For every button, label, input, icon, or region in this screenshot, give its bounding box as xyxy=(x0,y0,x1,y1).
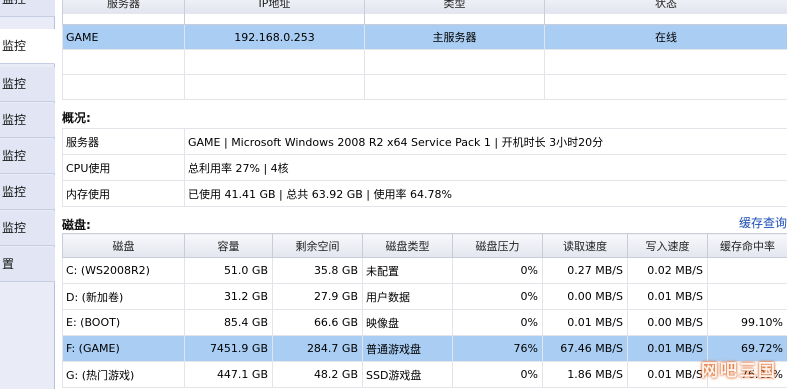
sidebar-item-label: 监控 xyxy=(2,149,27,163)
column-header-server[interactable]: 服务器 xyxy=(62,0,185,15)
overview-value: 已使用 41.41 GB | 总共 63.92 GB | 使用率 64.78% xyxy=(184,180,787,207)
column-header-write-speed[interactable]: 写入速度 xyxy=(627,233,708,258)
sidebar-item-label: 监控 xyxy=(2,77,27,91)
disk-write: 0.01 MB/S xyxy=(627,335,708,362)
disk-pressure: 0% xyxy=(452,309,543,336)
sidebar-item-label: 监控 xyxy=(2,39,27,53)
disk-free: 284.7 GB xyxy=(272,335,363,362)
disk-row[interactable]: F: (GAME) 7451.9 GB 284.7 GB 普通游戏盘 76% 6… xyxy=(62,335,787,362)
disk-pressure: 0% xyxy=(452,361,543,388)
server-row[interactable]: GAME 192.168.0.253 主服务器 在线 xyxy=(62,24,787,50)
disk-capacity: 31.2 GB xyxy=(184,283,273,310)
disk-capacity: 51.0 GB xyxy=(184,257,273,284)
server-status: 在线 xyxy=(544,24,787,50)
sidebar-item-1[interactable]: 监控 xyxy=(0,0,55,17)
server-name: GAME xyxy=(62,24,185,50)
overview-table: 服务器 GAME | Microsoft Windows 2008 R2 x64… xyxy=(62,128,787,207)
sidebar-item-label: 监控 xyxy=(2,185,27,199)
disk-read: 0.01 MB/S xyxy=(542,309,628,336)
disk-name: C: (WS2008R2) xyxy=(62,257,185,284)
disk-pressure: 0% xyxy=(452,283,543,310)
disk-free: 48.2 GB xyxy=(272,361,363,388)
cache-query-link[interactable]: 缓存查询 xyxy=(739,214,787,231)
sidebar-item-label: 监控 xyxy=(2,113,27,127)
overview-label: 服务器 xyxy=(62,128,185,155)
disk-write: 0.02 MB/S xyxy=(627,257,708,284)
disk-type: 映像盘 xyxy=(362,309,453,336)
disk-type: 未配置 xyxy=(362,257,453,284)
overview-row-server: 服务器 GAME | Microsoft Windows 2008 R2 x64… xyxy=(62,128,787,155)
column-header-disk-type[interactable]: 磁盘类型 xyxy=(362,233,453,258)
disk-capacity: 85.4 GB xyxy=(184,309,273,336)
disk-cache-hit: 69.72% xyxy=(707,335,787,362)
disk-write: 0.01 MB/S xyxy=(627,283,708,310)
disk-name: F: (GAME) xyxy=(62,335,185,362)
sidebar-item-label: 监控 xyxy=(2,0,26,6)
sidebar-item-label: 置 xyxy=(2,257,15,271)
empty-row xyxy=(62,49,787,75)
column-header-type[interactable]: 类型 xyxy=(364,0,545,15)
sidebar-item-2[interactable]: 监控 xyxy=(0,29,55,64)
sidebar-item-label: 监控 xyxy=(2,221,27,235)
column-header-cache-hit[interactable]: 缓存命中率 xyxy=(707,233,787,258)
column-header-free-space[interactable]: 剩余空间 xyxy=(272,233,363,258)
disk-cache-hit: 76.29% xyxy=(707,361,787,388)
disk-name: E: (BOOT) xyxy=(62,309,185,336)
overview-title: 概况: xyxy=(62,111,91,125)
disk-type: SSD游戏盘 xyxy=(362,361,453,388)
overview-value: 总利用率 27% | 4核 xyxy=(184,154,787,181)
disk-name: G: (热门游戏) xyxy=(62,361,185,388)
disk-cache-hit: 99.10% xyxy=(707,309,787,336)
column-header-status[interactable]: 状态 xyxy=(544,0,787,15)
disk-capacity: 7451.9 GB xyxy=(184,335,273,362)
sidebar-item-6[interactable]: 监控 xyxy=(0,175,55,210)
disk-free: 66.6 GB xyxy=(272,309,363,336)
disk-row[interactable]: D: (新加卷) 31.2 GB 27.9 GB 用户数据 0% 0.00 MB… xyxy=(62,283,787,310)
sidebar-item-5[interactable]: 监控 xyxy=(0,139,55,174)
column-header-ip[interactable]: IP地址 xyxy=(184,0,365,15)
disk-pressure: 0% xyxy=(452,257,543,284)
disk-free: 35.8 GB xyxy=(272,257,363,284)
disk-row[interactable]: E: (BOOT) 85.4 GB 66.6 GB 映像盘 0% 0.01 MB… xyxy=(62,309,787,336)
server-ip: 192.168.0.253 xyxy=(184,24,365,50)
disk-read: 1.86 MB/S xyxy=(542,361,628,388)
sidebar-item-7[interactable]: 监控 xyxy=(0,211,55,246)
disk-read: 67.46 MB/S xyxy=(542,335,628,362)
overview-row-cpu: CPU使用 总利用率 27% | 4核 xyxy=(62,154,787,181)
overview-value: GAME | Microsoft Windows 2008 R2 x64 Ser… xyxy=(184,128,787,155)
disk-write: 0.00 MB/S xyxy=(627,309,708,336)
empty-row xyxy=(62,74,787,100)
disk-read: 0.27 MB/S xyxy=(542,257,628,284)
column-header-read-speed[interactable]: 读取速度 xyxy=(542,233,628,258)
disk-read: 0.00 MB/S xyxy=(542,283,628,310)
main-panel: 服务器 IP地址 类型 状态 GAME 192.168.0.253 主服务器 在… xyxy=(56,0,787,389)
overview-label: CPU使用 xyxy=(62,154,185,181)
server-table: 服务器 IP地址 类型 状态 GAME 192.168.0.253 主服务器 在… xyxy=(62,0,787,100)
disk-type: 用户数据 xyxy=(362,283,453,310)
disk-name: D: (新加卷) xyxy=(62,283,185,310)
disk-write: 0.01 MB/S xyxy=(627,361,708,388)
disk-type: 普通游戏盘 xyxy=(362,335,453,362)
column-header-pressure[interactable]: 磁盘压力 xyxy=(452,233,543,258)
disk-table: 磁盘 容量 剩余空间 磁盘类型 磁盘压力 读取速度 写入速度 缓存命中率 C: … xyxy=(62,233,787,388)
sidebar-item-3[interactable]: 监控 xyxy=(0,67,55,102)
disks-title: 磁盘: xyxy=(62,218,91,232)
disk-capacity: 447.1 GB xyxy=(184,361,273,388)
disk-pressure: 76% xyxy=(452,335,543,362)
sidebar-item-4[interactable]: 监控 xyxy=(0,103,55,138)
server-table-header: 服务器 IP地址 类型 状态 xyxy=(62,0,787,15)
disk-row[interactable]: G: (热门游戏) 447.1 GB 48.2 GB SSD游戏盘 0% 1.8… xyxy=(62,361,787,388)
disk-cache-hit xyxy=(707,283,787,310)
server-type: 主服务器 xyxy=(364,24,545,50)
disk-table-header: 磁盘 容量 剩余空间 磁盘类型 磁盘压力 读取速度 写入速度 缓存命中率 xyxy=(62,233,787,258)
sidebar-item-8[interactable]: 置 xyxy=(0,247,55,282)
disk-cache-hit xyxy=(707,257,787,284)
column-header-disk[interactable]: 磁盘 xyxy=(62,233,185,258)
column-header-capacity[interactable]: 容量 xyxy=(184,233,273,258)
disk-row[interactable]: C: (WS2008R2) 51.0 GB 35.8 GB 未配置 0% 0.2… xyxy=(62,257,787,284)
overview-label: 内存使用 xyxy=(62,180,185,207)
overview-row-memory: 内存使用 已使用 41.41 GB | 总共 63.92 GB | 使用率 64… xyxy=(62,180,787,207)
sidebar: 监控 监控 监控 监控 监控 监控 监控 置 xyxy=(0,0,55,389)
disk-free: 27.9 GB xyxy=(272,283,363,310)
